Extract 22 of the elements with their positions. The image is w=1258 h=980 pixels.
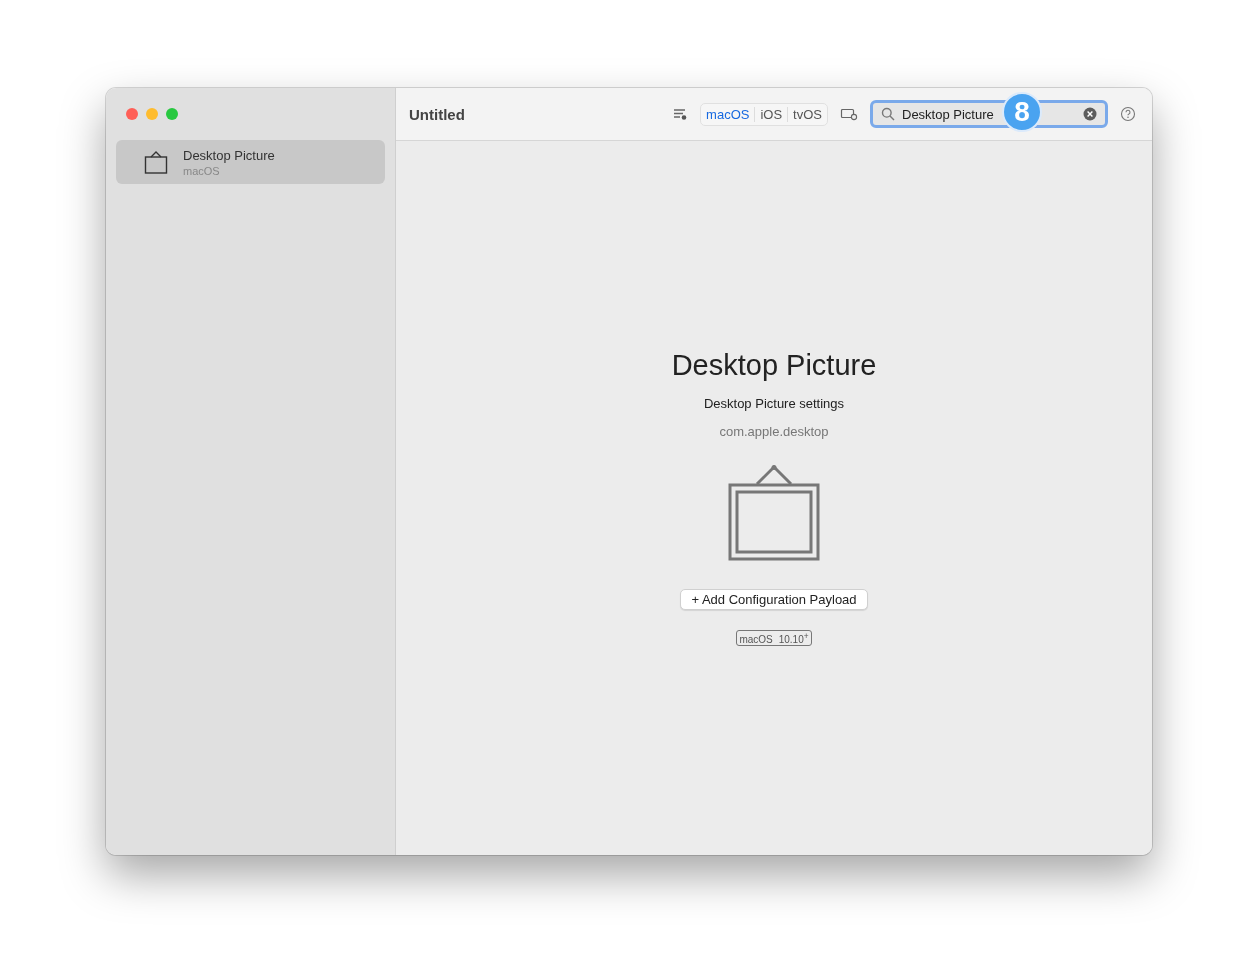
platform-label: macOS <box>739 634 773 646</box>
payload-identifier: com.apple.desktop <box>719 424 829 439</box>
close-button[interactable] <box>126 108 138 120</box>
step-callout-tooltip: 8 <box>1002 92 1042 132</box>
window-title: Untitled <box>409 105 465 123</box>
picture-frame-icon <box>728 464 820 564</box>
picture-frame-icon <box>144 149 168 175</box>
clear-icon[interactable] <box>1083 107 1097 121</box>
payload-description: Desktop Picture settings <box>703 396 845 411</box>
sidebar-item[interactable]: Desktop Picture macOS <box>116 140 385 184</box>
item-subtitle: macOS <box>183 164 221 177</box>
device-icon[interactable] <box>840 107 858 121</box>
version-label: 10.10$^{+}$ <box>778 631 809 646</box>
help-icon[interactable] <box>1120 106 1136 122</box>
search-icon <box>881 107 895 121</box>
add-configuration-payload-button[interactable]: + Add Configuration Payload <box>680 589 868 610</box>
payload-title: Desktop Picture <box>671 349 877 382</box>
platform-tab[interactable]: tvOS <box>787 106 827 122</box>
platform-tab[interactable]: iOS <box>754 106 788 122</box>
filter-icon[interactable] <box>672 107 689 121</box>
platform-tab[interactable]: macOS <box>701 106 755 122</box>
item-title: Desktop Picture <box>183 147 275 163</box>
